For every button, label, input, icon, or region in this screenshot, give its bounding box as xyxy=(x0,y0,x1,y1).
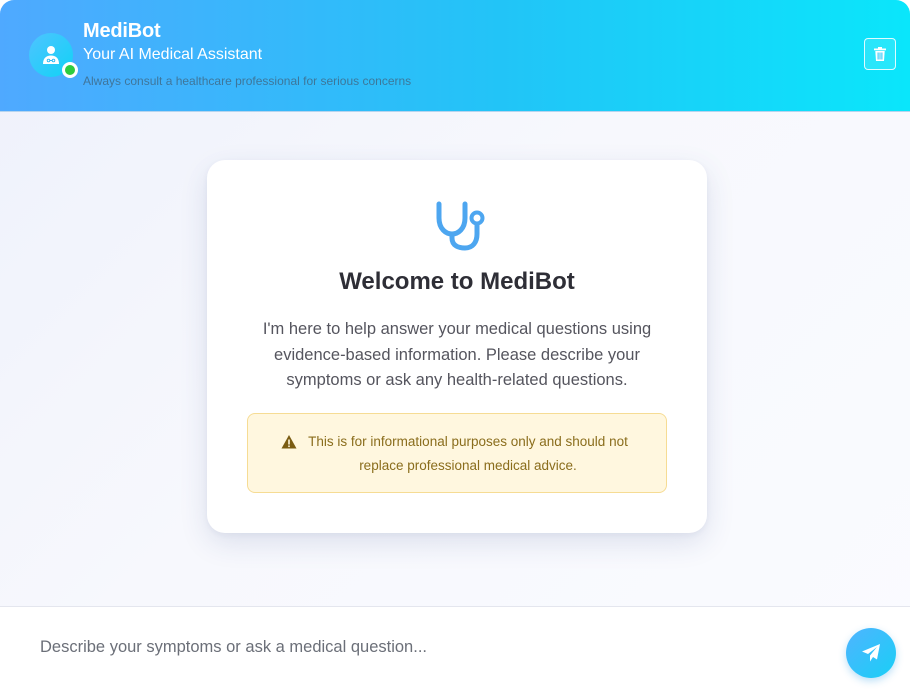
notice-text-line: This is for informational purposes only … xyxy=(308,434,628,449)
welcome-title: Welcome to MediBot xyxy=(339,268,575,295)
clear-chat-button[interactable] xyxy=(864,38,896,70)
chat-header: MediBot Your AI Medical Assistant Always… xyxy=(0,0,910,112)
welcome-text-line: symptoms or ask any health-related quest… xyxy=(286,371,628,389)
app-title: MediBot xyxy=(83,20,161,42)
stethoscope-icon xyxy=(436,201,485,251)
welcome-text-line: I'm here to help answer your medical que… xyxy=(262,320,652,338)
message-input[interactable] xyxy=(24,621,824,673)
medical-disclaimer-notice: This is for informational purposes only … xyxy=(247,413,667,493)
welcome-card: Welcome to MediBot I'm here to help answ… xyxy=(207,160,707,533)
welcome-text-line: evidence-based information. Please descr… xyxy=(274,345,640,364)
warning-triangle-icon xyxy=(281,435,297,449)
app-subtitle: Your AI Medical Assistant xyxy=(83,46,263,63)
medibot-app: MediBot Your AI Medical Assistant Always… xyxy=(0,0,910,694)
message-input-bar xyxy=(0,606,910,694)
welcome-description: I'm here to help answer your medical que… xyxy=(247,317,667,394)
online-status-indicator xyxy=(62,62,78,78)
trash-icon xyxy=(874,47,886,61)
user-doctor-icon xyxy=(43,46,59,64)
notice-text-line: replace professional medical advice. xyxy=(359,458,577,473)
header-disclaimer: Always consult a healthcare professional… xyxy=(83,74,412,88)
notice-text: This is for informational purposes only … xyxy=(298,430,638,478)
paper-plane-icon xyxy=(862,644,880,662)
send-button[interactable] xyxy=(846,628,896,678)
